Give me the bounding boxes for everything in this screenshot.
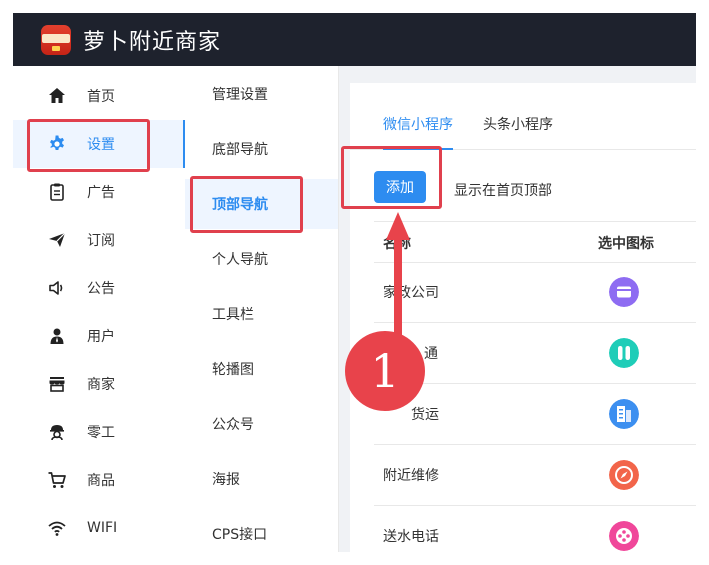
table-row[interactable]: 附近维修 xyxy=(374,445,696,506)
sidebar-item-label: WIFI xyxy=(87,520,118,536)
step-number-badge: 1 xyxy=(345,331,425,411)
subnav-label: 管理设置 xyxy=(212,87,268,103)
sidebar-item-gig[interactable]: 零工 xyxy=(13,408,185,456)
clipboard-icon xyxy=(50,183,64,201)
send-icon xyxy=(49,232,66,247)
worker-icon xyxy=(50,425,64,441)
subnav-item-bottom-nav[interactable]: 底部导航 xyxy=(185,124,338,174)
secondary-sidebar: 管理设置 底部导航 顶部导航 个人导航 工具栏 轮播图 公众号 海报 CPS接口 xyxy=(185,66,339,552)
subnav-item-cps[interactable]: CPS接口 xyxy=(185,509,338,552)
hint-text: 显示在首页顶部 xyxy=(454,183,552,199)
wallet-icon xyxy=(609,277,639,307)
speaker-icon xyxy=(49,281,63,295)
subnav-item-manage[interactable]: 管理设置 xyxy=(185,69,338,119)
wifi-icon xyxy=(48,521,66,536)
table-row[interactable]: 货运 xyxy=(374,384,696,445)
subnav-label: 海报 xyxy=(212,472,240,488)
app-title: 萝卜附近商家 xyxy=(83,29,222,55)
user-icon xyxy=(50,328,64,344)
sidebar-item-label: 广告 xyxy=(87,185,115,201)
subnav-item-personal-nav[interactable]: 个人导航 xyxy=(185,234,338,284)
cart-icon xyxy=(48,472,66,488)
sidebar-item-users[interactable]: 用户 xyxy=(13,312,185,360)
column-header-icon: 选中图标 xyxy=(598,236,654,252)
sidebar-item-label: 用户 xyxy=(87,329,115,345)
sidebar-item-home[interactable]: 首页 xyxy=(13,72,185,120)
table-header: 名称 选中图标 xyxy=(374,221,696,263)
tab-toutiao-miniprogram[interactable]: 头条小程序 xyxy=(483,111,553,149)
subnav-label: 工具栏 xyxy=(212,307,254,323)
tab-wechat-miniprogram[interactable]: 微信小程序 xyxy=(383,111,453,150)
subnav-item-poster[interactable]: 海报 xyxy=(185,454,338,504)
table-row[interactable]: 家政公司 xyxy=(374,262,696,323)
highlight-settings xyxy=(27,119,150,172)
app-frame: 萝卜附近商家 首页 设置 广告 订阅 公告 用户 商家 零工 商品 WIFI 管… xyxy=(13,13,696,552)
sidebar-item-subscribe[interactable]: 订阅 xyxy=(13,216,185,264)
sidebar-item-wifi[interactable]: WIFI xyxy=(13,504,185,552)
subnav-label: CPS接口 xyxy=(212,527,268,543)
film-icon xyxy=(609,521,639,551)
sidebar-item-label: 公告 xyxy=(87,281,115,297)
home-icon xyxy=(49,88,65,103)
tab-bar: 微信小程序 头条小程序 xyxy=(350,111,696,150)
store-icon xyxy=(49,377,65,392)
building-icon xyxy=(609,399,639,429)
sidebar-item-merchants[interactable]: 商家 xyxy=(13,360,185,408)
pause-icon xyxy=(609,338,639,368)
column-header-name: 名称 xyxy=(383,236,411,252)
sidebar-item-label: 商品 xyxy=(87,473,115,489)
sidebar-item-notice[interactable]: 公告 xyxy=(13,264,185,312)
subnav-label: 个人导航 xyxy=(212,252,268,268)
subnav-item-carousel[interactable]: 轮播图 xyxy=(185,344,338,394)
compass-icon xyxy=(609,460,639,490)
sidebar-item-products[interactable]: 商品 xyxy=(13,456,185,504)
subnav-label: 轮播图 xyxy=(212,362,254,378)
row-name: 附近维修 xyxy=(383,468,439,484)
sidebar-item-label: 订阅 xyxy=(87,233,115,249)
highlight-add-button xyxy=(341,146,442,209)
row-name: 通 xyxy=(424,346,438,362)
table-row[interactable]: 送水电话 xyxy=(374,506,696,552)
row-name: 送水电话 xyxy=(383,529,439,545)
row-name: 家政公司 xyxy=(383,285,439,301)
top-bar: 萝卜附近商家 xyxy=(13,13,696,66)
sidebar-item-label: 商家 xyxy=(87,377,115,393)
subnav-label: 公众号 xyxy=(212,417,254,433)
sidebar-item-label: 首页 xyxy=(87,89,115,105)
app-logo xyxy=(41,24,71,55)
highlight-top-nav xyxy=(190,176,303,233)
row-name: 货运 xyxy=(411,407,439,423)
subnav-item-official-account[interactable]: 公众号 xyxy=(185,399,338,449)
sidebar-item-ads[interactable]: 广告 xyxy=(13,168,185,216)
subnav-item-toolbar[interactable]: 工具栏 xyxy=(185,289,338,339)
sidebar-item-label: 零工 xyxy=(87,425,115,441)
subnav-label: 底部导航 xyxy=(212,142,268,158)
